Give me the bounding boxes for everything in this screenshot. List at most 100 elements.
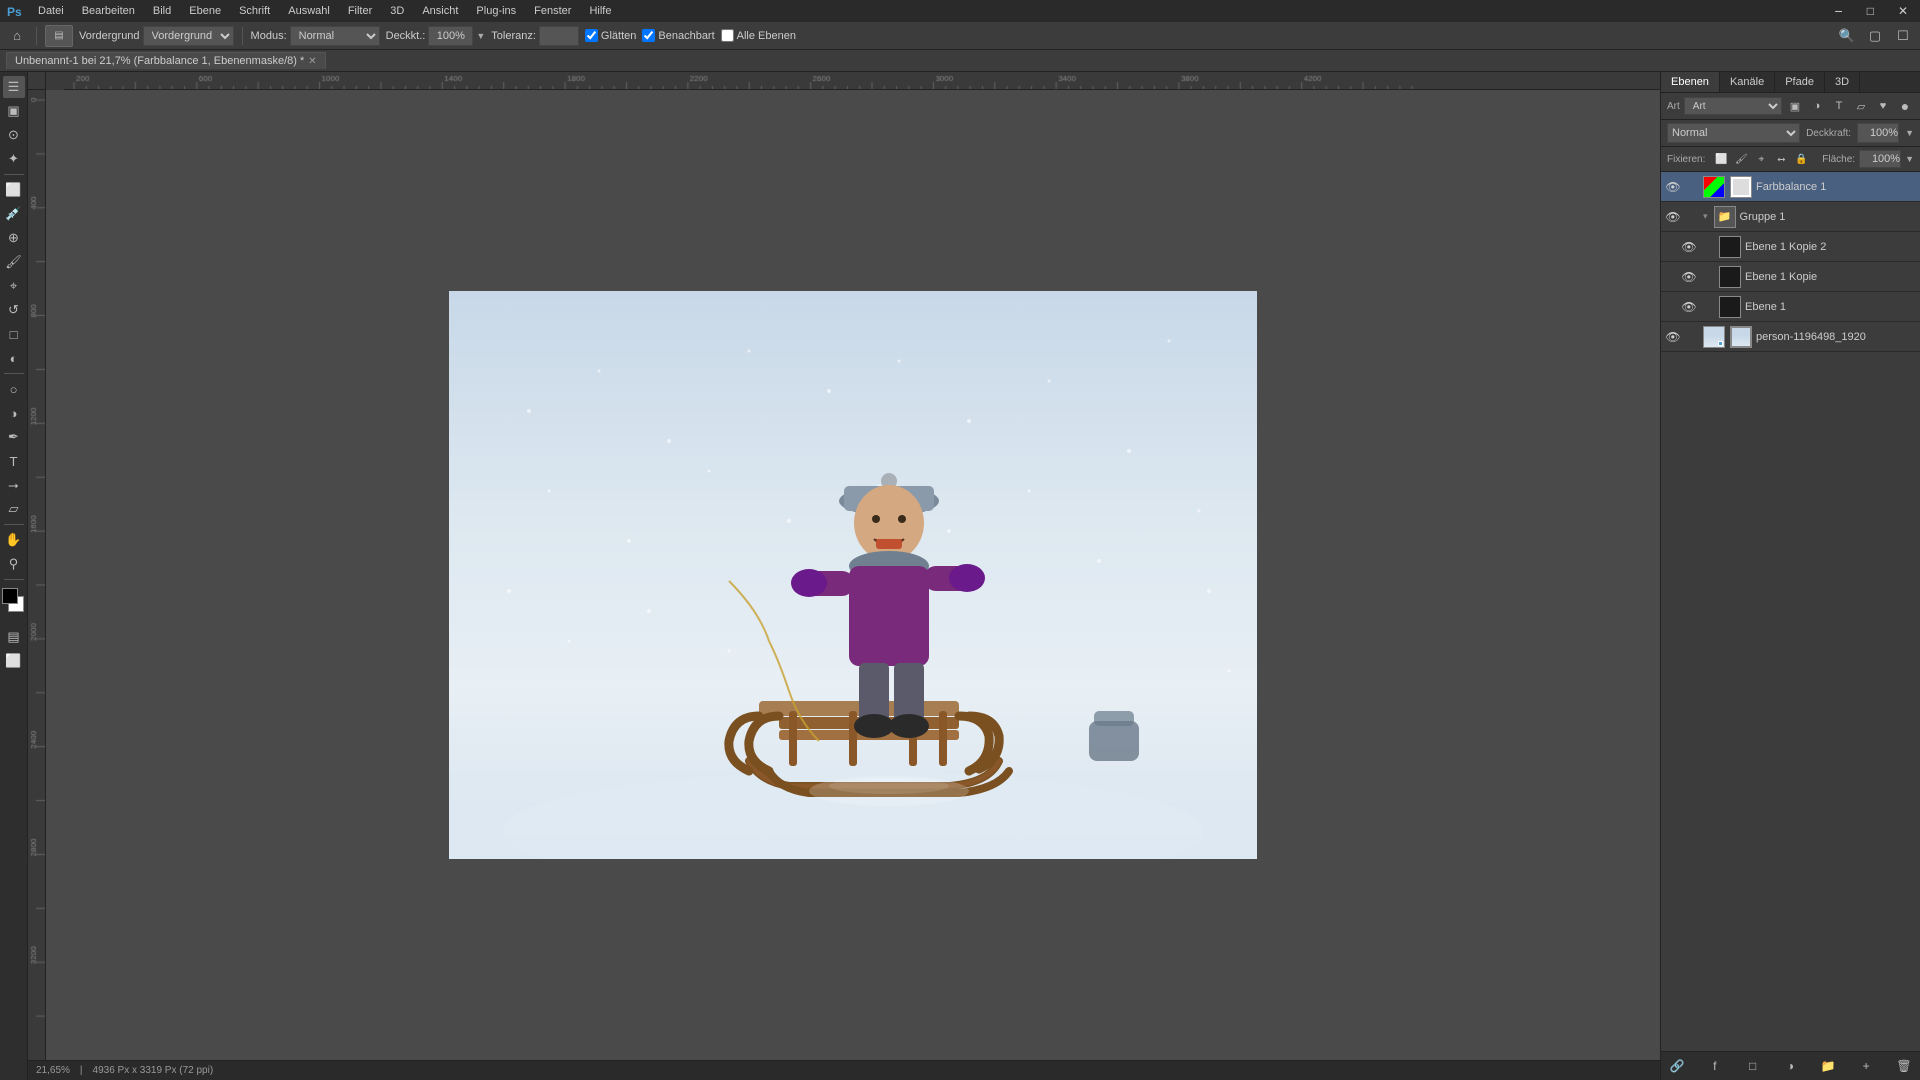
layer-vis-e1[interactable]: 👁 [1681,299,1697,315]
foreground-select[interactable]: Vordergrund [143,26,234,46]
tab-ebenen[interactable]: Ebenen [1661,72,1720,92]
layer-vis-e1k2[interactable]: 👁 [1681,239,1697,255]
layer-vis-e1k[interactable]: 👁 [1681,269,1697,285]
lock-position-btn[interactable]: ⌖ [1753,151,1769,167]
filter-shape-btn[interactable]: ▱ [1852,97,1870,115]
delete-layer-btn[interactable]: 🗑 [1894,1056,1914,1076]
menu-filter[interactable]: Filter [340,3,380,19]
healing-tool[interactable]: ⊕ [3,227,25,249]
lasso-tool[interactable]: ⊙ [3,124,25,146]
layer-gruppe1[interactable]: 👁 ▾ 📁 Gruppe 1 [1661,202,1920,232]
deckraft-dropdown[interactable]: ▼ [476,31,485,41]
menu-fenster[interactable]: Fenster [526,3,579,19]
filter-text-btn[interactable]: T [1830,97,1848,115]
menu-plugins[interactable]: Plug-ins [468,3,524,19]
tab-3d[interactable]: 3D [1825,72,1860,92]
home-button[interactable]: ⌂ [6,25,28,47]
shape-tool[interactable]: ▱ [3,498,25,520]
zoom-tool[interactable]: ⚲ [3,553,25,575]
magic-wand-tool[interactable]: ✦ [3,148,25,170]
deckraft-input[interactable] [428,26,473,46]
toleranz-input[interactable]: 32 [539,26,579,46]
gradient-tool[interactable]: ◐ [3,347,25,369]
selection-tool[interactable]: ▣ [3,100,25,122]
layer-vis-photo[interactable]: 👁 [1665,329,1681,345]
pen-tool[interactable]: ✒ [3,426,25,448]
crop-tool[interactable]: ⬜ [3,179,25,201]
add-style-btn[interactable]: f [1705,1056,1725,1076]
tab-kanale[interactable]: Kanäle [1720,72,1775,92]
maximize-button[interactable]: □ [1859,2,1882,20]
menu-auswahl[interactable]: Auswahl [280,3,338,19]
opacity-dropdown-icon[interactable]: ▼ [1905,128,1914,138]
menu-bearbeiten[interactable]: Bearbeiten [74,3,143,19]
filter-smart-btn[interactable]: ♥ [1874,97,1892,115]
modus-select[interactable]: Normal [290,26,380,46]
foreground-color-swatch[interactable] [2,588,18,604]
menu-ebene[interactable]: Ebene [181,3,229,19]
filter-pixel-btn[interactable]: ▣ [1786,97,1804,115]
link-layers-btn[interactable]: 🔗 [1667,1056,1687,1076]
flache-input[interactable] [1859,150,1901,168]
arrange-button[interactable]: ☐ [1892,25,1914,47]
benachbart-checkbox[interactable]: Benachbart [642,29,714,42]
minimize-button[interactable]: − [1827,1,1851,21]
new-layer-btn[interactable]: + [1856,1056,1876,1076]
flache-dropdown-icon[interactable]: ▼ [1905,154,1914,164]
alle-ebenen-check[interactable] [721,29,734,42]
new-group-btn[interactable]: 📁 [1818,1056,1838,1076]
move-tool[interactable]: ☰ [3,76,25,98]
lock-all-btn[interactable]: 🔒 [1793,151,1809,167]
layer-vis-gruppe[interactable]: 👁 [1665,209,1681,225]
menu-ansicht[interactable]: Ansicht [414,3,466,19]
quick-mask-button[interactable]: ▤ [3,626,25,648]
blur-tool[interactable]: ○ [3,378,25,400]
add-mask-btn[interactable]: □ [1743,1056,1763,1076]
clone-tool[interactable]: ⌖ [3,275,25,297]
filter-toggle-btn[interactable]: ● [1896,97,1914,115]
layer-farbbalance[interactable]: 👁 Farbbalance 1 [1661,172,1920,202]
document-tab[interactable]: Unbenannt-1 bei 21,7% (Farbbalance 1, Eb… [6,52,326,69]
glatten-checkbox[interactable]: Glätten [585,29,636,42]
canvas-container[interactable] [46,90,1660,1060]
glatten-check[interactable] [585,29,598,42]
layer-ebene1-kopie[interactable]: 👁 Ebene 1 Kopie [1661,262,1920,292]
lock-transparent-btn[interactable]: ⬜ [1713,151,1729,167]
dodge-tool[interactable]: ◑ [3,402,25,424]
filter-adjust-btn[interactable]: ◑ [1808,97,1826,115]
benachbart-check[interactable] [642,29,655,42]
workspace-button[interactable]: ▢ [1864,25,1886,47]
blend-mode-select[interactable]: Normal Multiplizieren Abblenden [1667,123,1800,143]
menu-3d[interactable]: 3D [382,3,412,19]
opacity-input[interactable] [1857,123,1899,143]
menu-hilfe[interactable]: Hilfe [581,3,619,19]
search-panel-button[interactable]: 🔍 [1836,25,1858,47]
layer-ebene1[interactable]: 👁 Ebene 1 [1661,292,1920,322]
eyedropper-tool[interactable]: 💉 [3,203,25,225]
group-arrow-icon[interactable]: ▾ [1703,211,1708,222]
alle-ebenen-checkbox[interactable]: Alle Ebenen [721,29,796,42]
menu-bild[interactable]: Bild [145,3,179,19]
new-adjustment-btn[interactable]: ◑ [1780,1056,1800,1076]
photo-canvas[interactable] [449,291,1257,859]
history-brush-tool[interactable]: ↺ [3,299,25,321]
layer-vis-farbbalance[interactable]: 👁 [1665,179,1681,195]
menu-schrift[interactable]: Schrift [231,3,278,19]
hand-tool[interactable]: ✋ [3,529,25,551]
screen-mode-button[interactable]: ⬜ [3,650,25,672]
path-selection-tool[interactable]: ⭢ [3,474,25,496]
quick-mask-icon[interactable]: ▤ [45,25,73,47]
layer-person-photo[interactable]: 👁 person-1196498_1920 [1661,322,1920,352]
tab-pfade[interactable]: Pfade [1775,72,1825,92]
filter-type-select[interactable]: Art [1684,97,1782,115]
menu-datei[interactable]: Datei [30,3,72,19]
layer-ebene1-kopie2[interactable]: 👁 Ebene 1 Kopie 2 [1661,232,1920,262]
lock-artboard-btn[interactable]: ⭤ [1773,151,1789,167]
close-button[interactable]: ✕ [1890,2,1916,20]
tab-close-button[interactable]: ✕ [308,56,316,67]
text-tool[interactable]: T [3,450,25,472]
lock-pixels-btn[interactable]: 🖌 [1733,151,1749,167]
eraser-tool[interactable]: □ [3,323,25,345]
foreground-selector[interactable]: Vordergrund Vordergrund [79,26,234,46]
brush-tool[interactable]: 🖌 [3,251,25,273]
